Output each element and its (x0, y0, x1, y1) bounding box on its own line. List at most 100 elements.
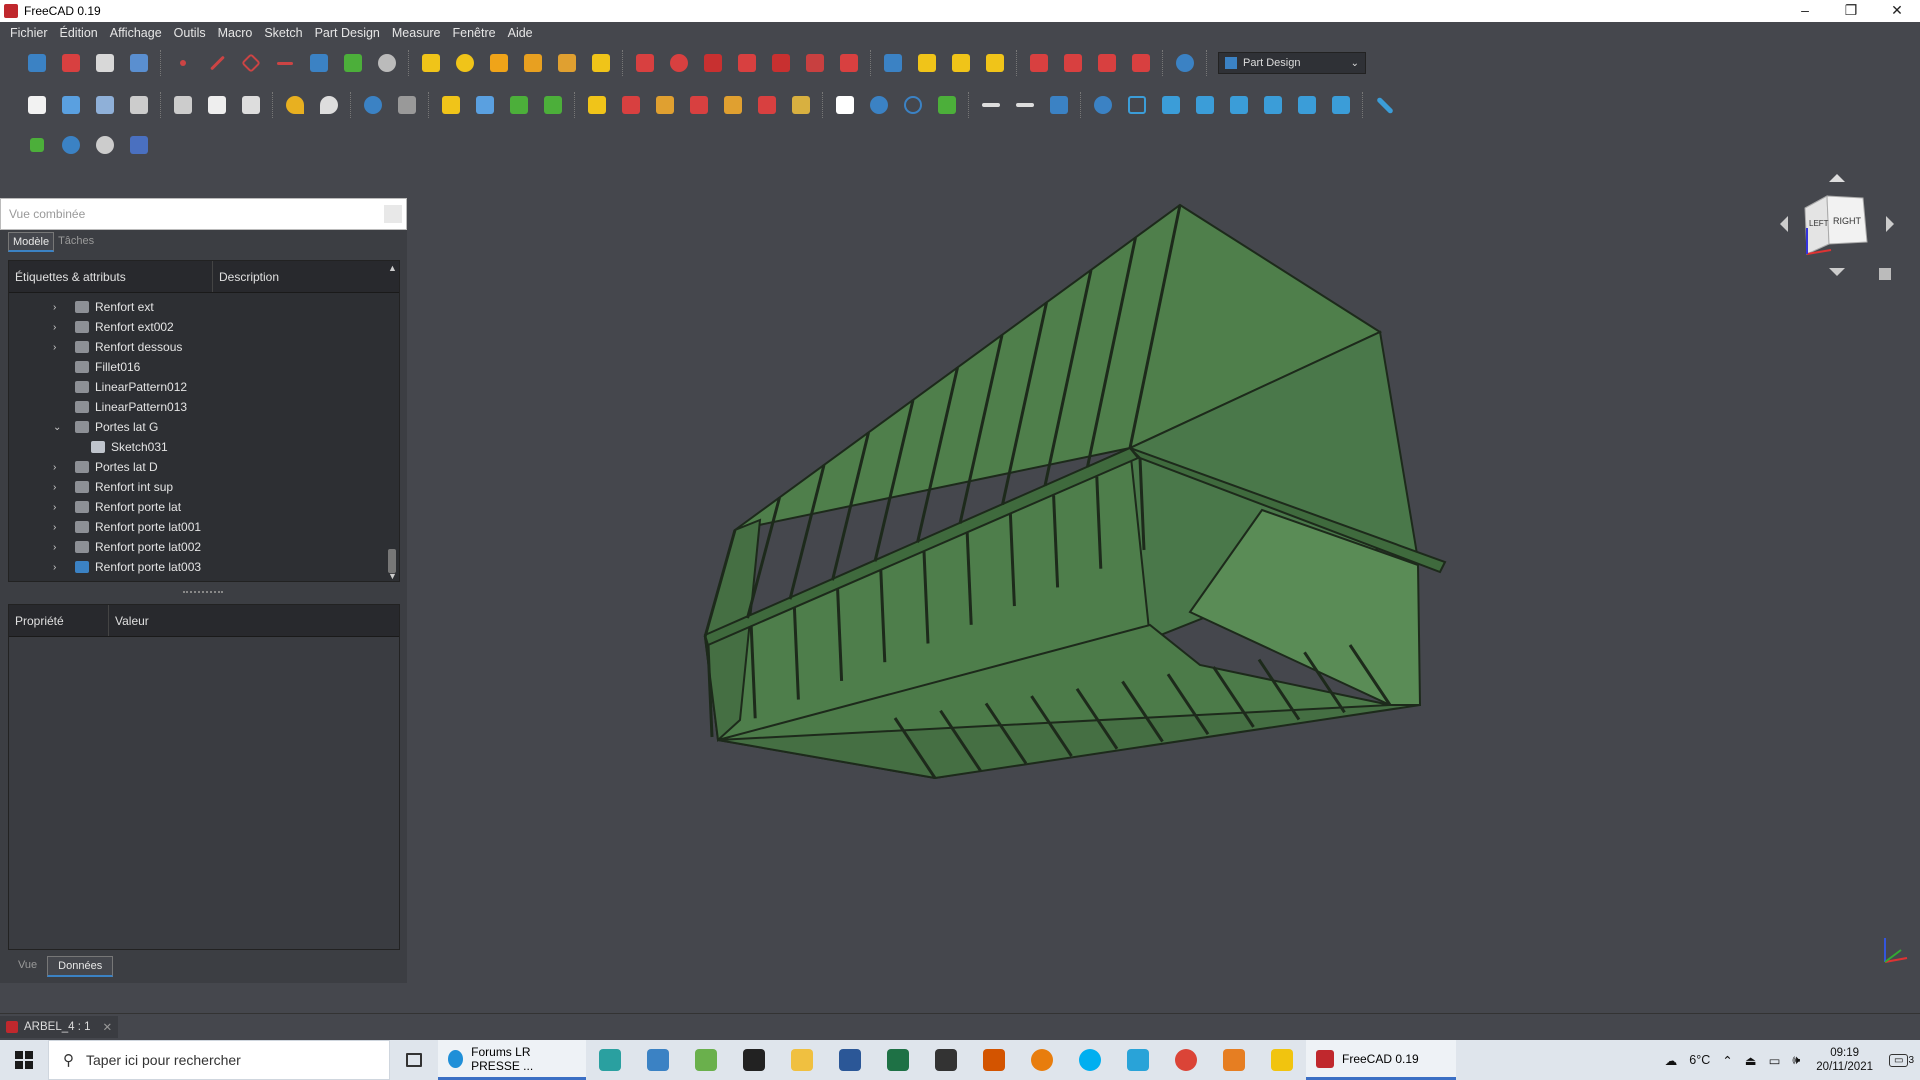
rotate-view-button[interactable] (900, 92, 926, 118)
datum-plane-button[interactable] (238, 50, 264, 76)
back-button[interactable] (978, 92, 1004, 118)
temperature[interactable]: 6°C (1689, 1053, 1710, 1067)
view-fit-all-button[interactable] (584, 92, 610, 118)
network-icon[interactable]: ▭ (1769, 1053, 1781, 1068)
sub-shape-binder-button[interactable] (306, 50, 332, 76)
minimize-button[interactable]: – (1782, 0, 1828, 22)
menu-fenetre[interactable]: Fenêtre (447, 26, 502, 40)
tree-item[interactable]: › Renfort ext (53, 297, 154, 317)
chevron-right-icon[interactable]: › (53, 562, 63, 573)
property-header-name[interactable]: Propriété (9, 605, 109, 636)
create-part-container-button[interactable] (438, 92, 464, 118)
paste-button[interactable] (238, 92, 264, 118)
print-button[interactable] (126, 92, 152, 118)
taskbar-edge[interactable]: Forums LR PRESSE ... (438, 1040, 586, 1080)
notifications-icon[interactable]: ▭ (1888, 1053, 1909, 1067)
scroll-up-icon[interactable]: ▲ (388, 263, 397, 273)
datum-point-button[interactable] (170, 50, 196, 76)
scrollbar-thumb[interactable] (388, 549, 396, 573)
navcube-arrow-right[interactable] (1886, 216, 1894, 232)
close-button[interactable]: ✕ (1874, 0, 1920, 22)
chevron-right-icon[interactable]: › (53, 342, 63, 353)
linear-pattern-button[interactable] (914, 50, 940, 76)
tab-vue[interactable]: Vue (8, 956, 47, 977)
undo-button[interactable] (282, 92, 308, 118)
taskbar-search[interactable]: ⚲ Taper ici pour rechercher (48, 1040, 390, 1080)
tree-header-labels[interactable]: Étiquettes & attributs (9, 261, 213, 292)
view-fit-selection-button[interactable] (618, 92, 644, 118)
start-button[interactable] (0, 1040, 48, 1080)
taskbar-app-7[interactable] (1114, 1040, 1162, 1080)
toggle-clipping-button[interactable] (720, 92, 746, 118)
datum-line-button[interactable] (204, 50, 230, 76)
hole-button[interactable] (666, 50, 692, 76)
stereo-button[interactable] (754, 92, 780, 118)
sync-view-button[interactable] (1046, 92, 1072, 118)
polar-pattern-button[interactable] (948, 50, 974, 76)
new-sketch-button[interactable] (340, 50, 366, 76)
property-header-value[interactable]: Valeur (109, 614, 149, 628)
measure-box-button[interactable] (788, 92, 814, 118)
usb-icon[interactable]: ⏏ (1745, 1053, 1757, 1068)
menu-sketch[interactable]: Sketch (258, 26, 308, 40)
taskbar-app-2[interactable] (634, 1040, 682, 1080)
clone-button[interactable] (126, 50, 152, 76)
chevron-right-icon[interactable]: › (53, 322, 63, 333)
validate-sketch-button[interactable] (374, 50, 400, 76)
tree-item[interactable]: › Renfort porte lat002 (53, 537, 201, 557)
taskbar-app-3[interactable] (682, 1040, 730, 1080)
menu-edition[interactable]: Édition (54, 26, 104, 40)
zoom-options-button[interactable] (1090, 92, 1116, 118)
menu-affichage[interactable]: Affichage (104, 26, 168, 40)
new-file-button[interactable] (24, 92, 50, 118)
panel-splitter[interactable] (183, 591, 223, 593)
task-view-button[interactable] (390, 1040, 438, 1080)
menu-measure[interactable]: Measure (386, 26, 447, 40)
tree-item[interactable]: › Renfort porte lat003 (53, 557, 201, 577)
link-actions-button[interactable] (540, 92, 566, 118)
tree-item[interactable]: Sketch031 (61, 437, 168, 457)
union-button[interactable] (58, 132, 84, 158)
fillet-button[interactable] (1026, 50, 1052, 76)
navcube-svg[interactable]: LEFT RIGHT (1777, 168, 1897, 288)
3d-viewport[interactable]: LEFT RIGHT (407, 140, 1920, 1010)
taskbar-7zip[interactable] (730, 1040, 778, 1080)
taskbar-excel[interactable] (874, 1040, 922, 1080)
clock[interactable]: 09:19 20/11/2021 (1816, 1046, 1873, 1074)
datum-axes-button[interactable] (24, 132, 50, 158)
navcube-arrow-up[interactable] (1829, 174, 1845, 182)
shape-binder-button[interactable] (92, 50, 118, 76)
scroll-down-icon[interactable]: ▼ (388, 571, 397, 581)
view-bottom-button[interactable] (1294, 92, 1320, 118)
subtractive-loft-button[interactable] (734, 50, 760, 76)
document-tab-close-icon[interactable]: ✕ (102, 1020, 112, 1034)
tree-item[interactable]: › Renfort porte lat001 (53, 517, 201, 537)
create-part-button[interactable] (58, 50, 84, 76)
view-top-button[interactable] (1192, 92, 1218, 118)
menu-fichier[interactable]: Fichier (4, 26, 54, 40)
select-box-button[interactable] (934, 92, 960, 118)
local-cs-button[interactable] (272, 50, 298, 76)
workbench-selector[interactable]: Part Design ⌄ (1218, 52, 1366, 74)
section-button[interactable] (126, 132, 152, 158)
tray-chevron-up-icon[interactable]: ⌃ (1722, 1053, 1732, 1068)
revolution-button[interactable] (452, 50, 478, 76)
subtractive-helix-button[interactable] (802, 50, 828, 76)
taskbar-app-5[interactable] (970, 1040, 1018, 1080)
chevron-down-icon[interactable]: ⌄ (53, 422, 63, 433)
subtractive-pipe-button[interactable] (768, 50, 794, 76)
taskbar-explorer[interactable] (778, 1040, 826, 1080)
make-link-button[interactable] (506, 92, 532, 118)
zoom-button[interactable] (866, 92, 892, 118)
view-rear-button[interactable] (1260, 92, 1286, 118)
tree-item[interactable]: › Renfort dessous (53, 337, 182, 357)
chevron-right-icon[interactable]: › (53, 482, 63, 493)
tree-item[interactable]: ⌄ Portes lat G (53, 417, 158, 437)
tree-header-description[interactable]: Description (213, 270, 279, 284)
tree-item[interactable]: Fillet016 (53, 357, 140, 377)
navcube-menu-icon[interactable] (1879, 268, 1891, 280)
tree-item[interactable]: › Portes lat D (53, 457, 158, 477)
mirrored-button[interactable] (880, 50, 906, 76)
cut-button[interactable] (170, 92, 196, 118)
additive-helix-button[interactable] (554, 50, 580, 76)
